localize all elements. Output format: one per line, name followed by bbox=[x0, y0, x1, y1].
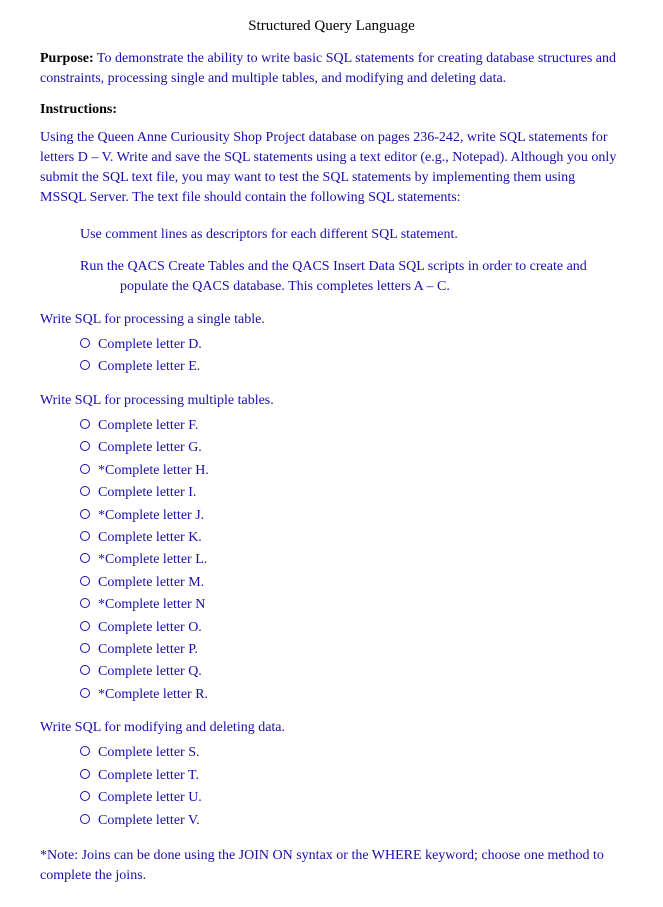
bullet-circle bbox=[80, 553, 90, 563]
list-item: *Complete letter L. bbox=[80, 549, 623, 571]
list-item-text: *Complete letter J. bbox=[98, 505, 204, 527]
section2: Write SQL for processing multiple tables… bbox=[40, 391, 623, 706]
bullet-circle bbox=[80, 486, 90, 496]
instructions-text: Using the Queen Anne Curiousity Shop Pro… bbox=[40, 128, 623, 209]
list-item: *Complete letter H. bbox=[80, 460, 623, 482]
list-item: *Complete letter J. bbox=[80, 505, 623, 527]
list-item-text: Complete letter P. bbox=[98, 639, 198, 661]
bullet-circle bbox=[80, 360, 90, 370]
indent1-text: Use comment lines as descriptors for eac… bbox=[80, 225, 623, 245]
bullet-circle bbox=[80, 598, 90, 608]
list-item: Complete letter F. bbox=[80, 415, 623, 437]
list-item: Complete letter G. bbox=[80, 437, 623, 459]
bullet-circle bbox=[80, 688, 90, 698]
bullet-circle bbox=[80, 791, 90, 801]
bullet-circle bbox=[80, 338, 90, 348]
list-item-text: Complete letter O. bbox=[98, 617, 202, 639]
list-item-text: Complete letter U. bbox=[98, 787, 202, 809]
list-item-text: Complete letter K. bbox=[98, 527, 202, 549]
list-item-text: Complete letter G. bbox=[98, 437, 202, 459]
section3: Write SQL for modifying and deleting dat… bbox=[40, 718, 623, 832]
list-item: Complete letter T. bbox=[80, 765, 623, 787]
section1: Write SQL for processing a single table.… bbox=[40, 310, 623, 379]
purpose-label: Purpose: bbox=[40, 51, 94, 66]
bullet-circle bbox=[80, 643, 90, 653]
section3-list: Complete letter S.Complete letter T.Comp… bbox=[80, 742, 623, 832]
section2-label: Write SQL for processing multiple tables… bbox=[40, 391, 623, 411]
list-item: Complete letter U. bbox=[80, 787, 623, 809]
list-item-text: Complete letter E. bbox=[98, 356, 200, 378]
indent2-line1: Run the QACS Create Tables and the QACS … bbox=[80, 257, 623, 277]
bullet-circle bbox=[80, 746, 90, 756]
page-title: Structured Query Language bbox=[40, 18, 623, 35]
list-item: Complete letter Q. bbox=[80, 661, 623, 683]
list-item-text: Complete letter F. bbox=[98, 415, 198, 437]
list-item: Complete letter S. bbox=[80, 742, 623, 764]
instructions-label: Instructions: bbox=[40, 102, 623, 118]
indent-section-1: Use comment lines as descriptors for eac… bbox=[80, 225, 623, 245]
section1-label: Write SQL for processing a single table. bbox=[40, 310, 623, 330]
list-item: Complete letter E. bbox=[80, 356, 623, 378]
indent-section-2: Run the QACS Create Tables and the QACS … bbox=[80, 257, 623, 298]
list-item-text: *Complete letter L. bbox=[98, 549, 207, 571]
bullet-circle bbox=[80, 621, 90, 631]
bullet-circle bbox=[80, 441, 90, 451]
bullet-circle bbox=[80, 769, 90, 779]
list-item-text: *Complete letter N bbox=[98, 594, 205, 616]
bullet-circle bbox=[80, 665, 90, 675]
bullet-circle bbox=[80, 509, 90, 519]
list-item-text: Complete letter D. bbox=[98, 334, 202, 356]
list-item-text: Complete letter M. bbox=[98, 572, 204, 594]
bullet-circle bbox=[80, 464, 90, 474]
section2-list: Complete letter F.Complete letter G.*Com… bbox=[80, 415, 623, 706]
bullet-circle bbox=[80, 576, 90, 586]
indent2-line2: populate the QACS database. This complet… bbox=[120, 277, 623, 297]
list-item: *Complete letter R. bbox=[80, 684, 623, 706]
note-block: *Note: Joins can be done using the JOIN … bbox=[40, 846, 623, 887]
section3-label: Write SQL for modifying and deleting dat… bbox=[40, 718, 623, 738]
list-item-text: Complete letter S. bbox=[98, 742, 199, 764]
list-item: Complete letter D. bbox=[80, 334, 623, 356]
list-item: *Complete letter N bbox=[80, 594, 623, 616]
list-item-text: Complete letter T. bbox=[98, 765, 199, 787]
bullet-circle bbox=[80, 814, 90, 824]
list-item-text: *Complete letter R. bbox=[98, 684, 208, 706]
list-item: Complete letter M. bbox=[80, 572, 623, 594]
purpose-block: Purpose: To demonstrate the ability to w… bbox=[40, 49, 623, 90]
bullet-circle bbox=[80, 419, 90, 429]
list-item-text: Complete letter I. bbox=[98, 482, 196, 504]
list-item-text: *Complete letter H. bbox=[98, 460, 209, 482]
bullet-circle bbox=[80, 531, 90, 541]
section1-list: Complete letter D.Complete letter E. bbox=[80, 334, 623, 379]
list-item: Complete letter P. bbox=[80, 639, 623, 661]
list-item: Complete letter K. bbox=[80, 527, 623, 549]
list-item-text: Complete letter Q. bbox=[98, 661, 202, 683]
purpose-text: To demonstrate the ability to write basi… bbox=[40, 51, 616, 86]
list-item: Complete letter O. bbox=[80, 617, 623, 639]
list-item: Complete letter V. bbox=[80, 810, 623, 832]
list-item-text: Complete letter V. bbox=[98, 810, 200, 832]
list-item: Complete letter I. bbox=[80, 482, 623, 504]
